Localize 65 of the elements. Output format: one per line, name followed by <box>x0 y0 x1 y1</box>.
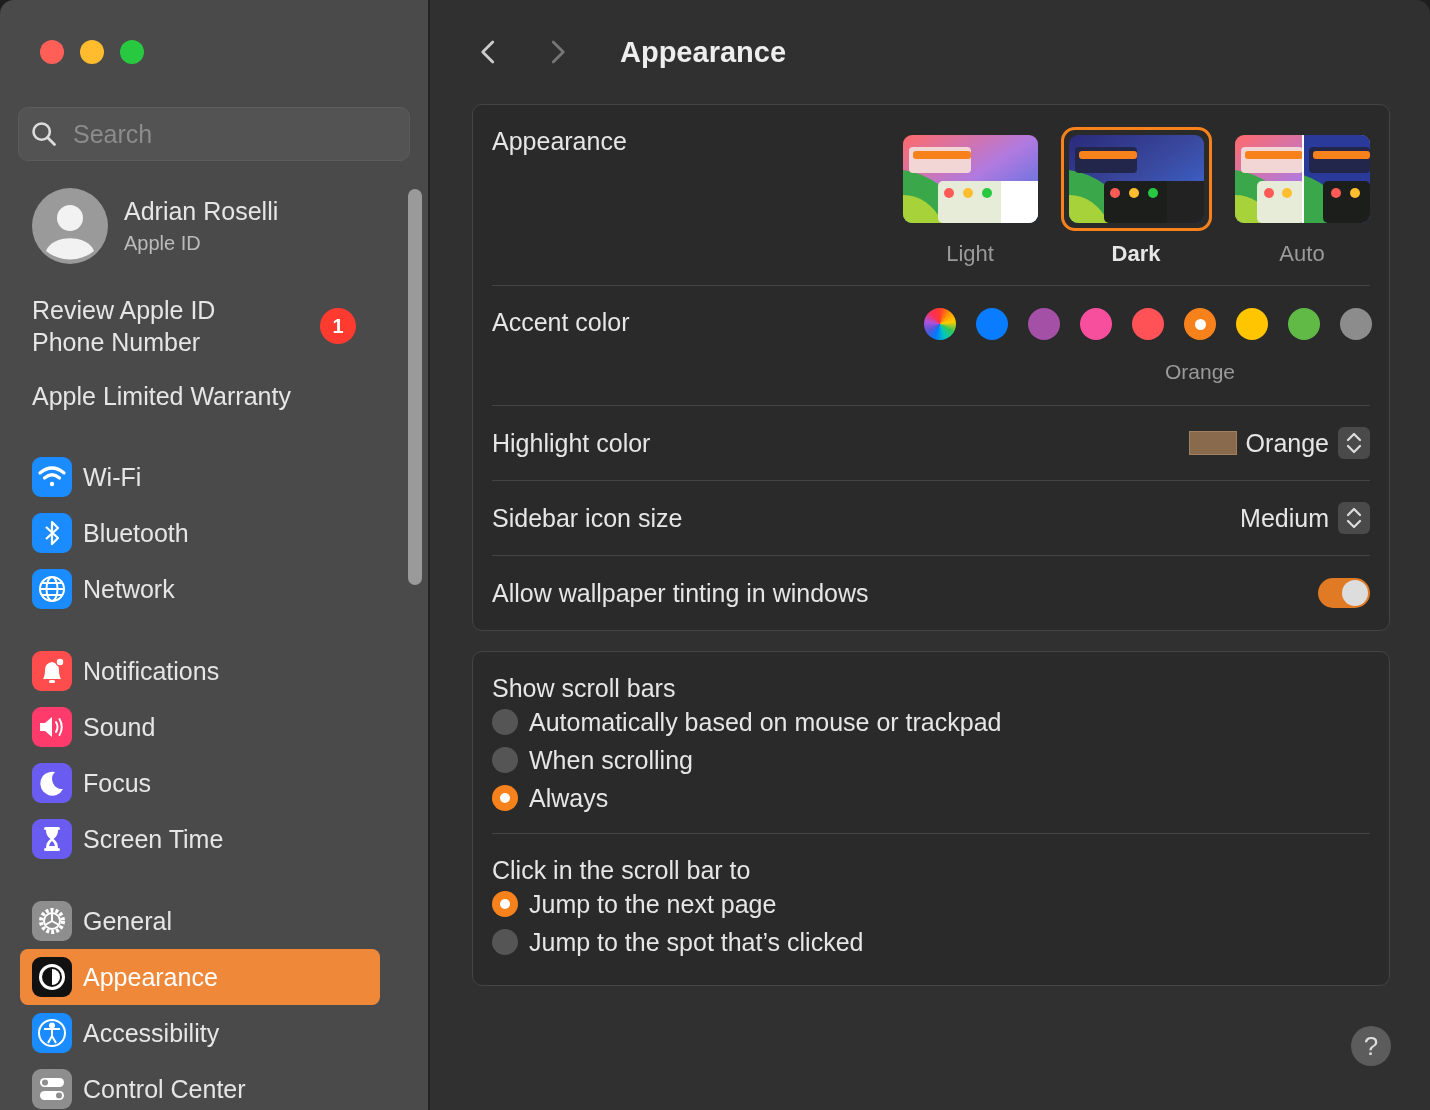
sidebar-item[interactable]: Wi-Fi <box>20 449 380 505</box>
notification-badge: 1 <box>320 308 356 344</box>
group-label: Show scroll bars <box>492 674 676 702</box>
accent-color-swatch[interactable] <box>1080 308 1112 340</box>
wifi-icon <box>32 457 72 497</box>
accent-color-swatch[interactable] <box>924 308 956 340</box>
search-icon <box>30 120 58 148</box>
accent-color-swatch[interactable] <box>1028 308 1060 340</box>
accessibility-icon <box>32 1013 72 1053</box>
accent-color-name: Orange <box>1165 360 1236 384</box>
profile-name[interactable]: Adrian Roselli <box>124 197 279 226</box>
setting-label: Sidebar icon size <box>492 503 683 533</box>
sidebar-item[interactable]: Accessibility <box>20 1005 380 1061</box>
moon-icon <box>32 763 72 803</box>
globe-icon <box>32 569 72 609</box>
stepper-icon[interactable] <box>1338 427 1370 459</box>
setting-label: Accent color <box>492 308 630 337</box>
setting-label: Allow wallpaper tinting in windows <box>492 578 869 608</box>
bell-icon <box>32 651 72 691</box>
theme-option[interactable]: Light <box>896 127 1044 267</box>
color-swatch <box>1188 431 1237 455</box>
sidebar-item[interactable]: Notifications <box>20 643 380 699</box>
toggle-switch[interactable] <box>1318 578 1370 608</box>
setting-label: Appearance <box>492 127 627 156</box>
sidebar-item[interactable]: Sound <box>20 699 380 755</box>
accent-color-swatch[interactable] <box>976 308 1008 340</box>
sidebar-item[interactable]: General <box>20 893 380 949</box>
help-button[interactable]: ? <box>1351 1026 1391 1066</box>
bluetooth-icon <box>32 513 72 553</box>
window-title: Appearance <box>620 35 786 69</box>
radio-option[interactable]: Automatically based on mouse or trackpad <box>492 703 1370 741</box>
minimize-button[interactable] <box>80 40 104 64</box>
accent-color-swatch[interactable] <box>1288 308 1320 340</box>
sidebar-item[interactable]: Bluetooth <box>20 505 380 561</box>
speaker-icon <box>32 707 72 747</box>
radio-option[interactable]: Always <box>492 779 1370 817</box>
group-label: Click in the scroll bar to <box>492 856 751 884</box>
sidebar-link[interactable]: Apple Limited Warranty <box>32 380 291 412</box>
accent-color-swatch[interactable] <box>1184 308 1216 340</box>
radio-option[interactable]: Jump to the next page <box>492 885 1370 923</box>
stepper-icon[interactable] <box>1338 502 1370 534</box>
hourglass-icon <box>32 819 72 859</box>
theme-option[interactable]: Auto <box>1228 127 1376 267</box>
close-button[interactable] <box>40 40 64 64</box>
toggles-icon <box>32 1069 72 1109</box>
sidebar-item[interactable]: Screen Time <box>20 811 380 867</box>
icon-size-popup[interactable]: Medium <box>1240 503 1329 533</box>
setting-label: Highlight color <box>492 428 651 458</box>
sidebar-link[interactable]: Review Apple ID Phone Number <box>32 294 252 358</box>
search-field[interactable]: Search <box>18 107 410 161</box>
zoom-button[interactable] <box>120 40 144 64</box>
highlight-color-popup[interactable]: Orange <box>1245 428 1329 458</box>
accent-color-swatch[interactable] <box>1236 308 1268 340</box>
profile-subtitle: Apple ID <box>124 232 202 255</box>
scroll-bar[interactable] <box>408 189 422 585</box>
sidebar-item[interactable]: Control Center <box>20 1061 380 1110</box>
radio-option[interactable]: When scrolling <box>492 741 1370 779</box>
gear-icon <box>32 901 72 941</box>
avatar-silhouette[interactable] <box>32 188 108 264</box>
sidebar-item[interactable]: Focus <box>20 755 380 811</box>
accent-color-swatch[interactable] <box>1340 308 1372 340</box>
radio-option[interactable]: Jump to the spot that’s clicked <box>492 923 1370 961</box>
contrast-icon <box>32 957 72 997</box>
sidebar-item[interactable]: Network <box>20 561 380 617</box>
accent-color-swatch[interactable] <box>1132 308 1164 340</box>
